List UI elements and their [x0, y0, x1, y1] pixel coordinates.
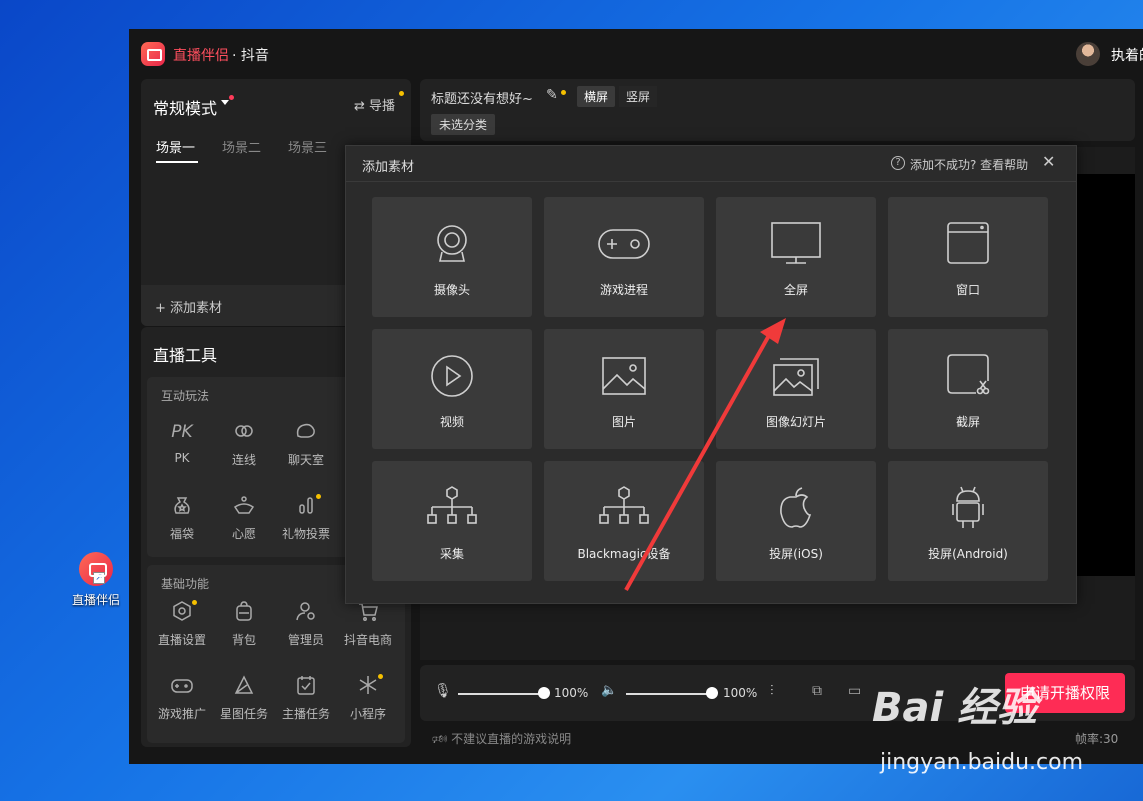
baidu-watermark: Bai 经验 jingyan.baidu.com [872, 675, 1143, 801]
baidu-logo: Bai 经验 [872, 685, 1038, 731]
watermark-url: jingyan.baidu.com [880, 750, 1084, 775]
